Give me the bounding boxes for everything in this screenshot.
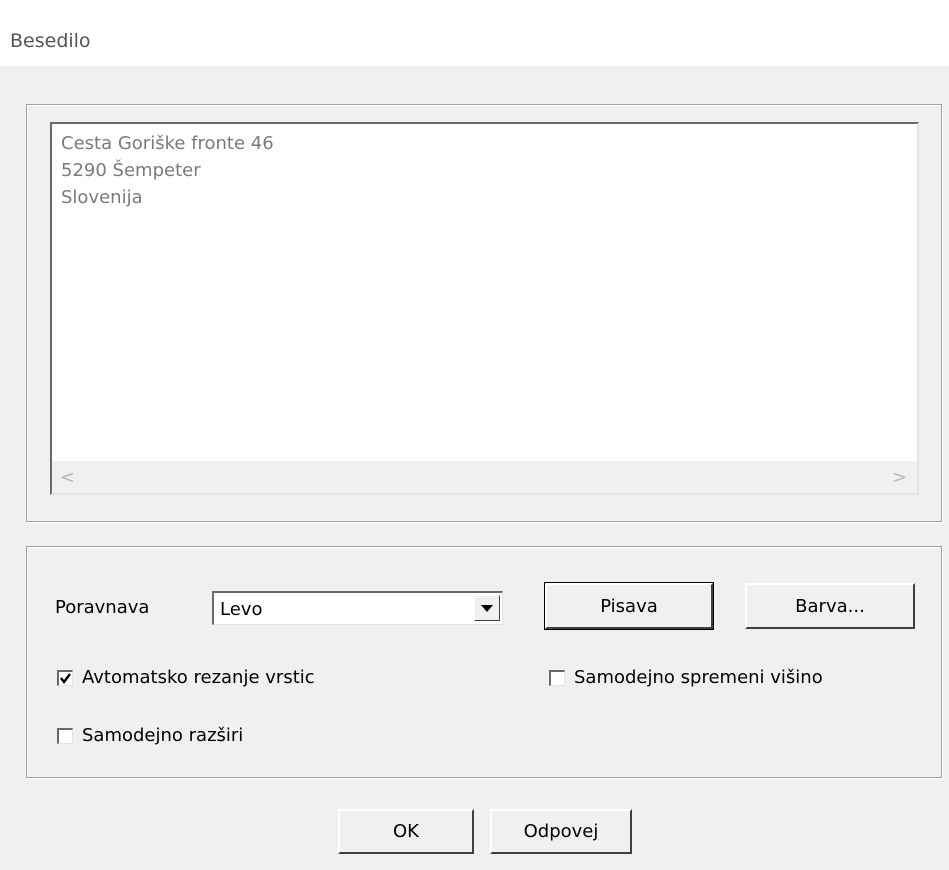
- chevron-down-icon: [481, 605, 493, 612]
- window-title: Besedilo: [10, 30, 91, 52]
- auto-expand-label: Samodejno razširi: [82, 725, 244, 746]
- text-line: Cesta Goriške fronte 46: [61, 133, 274, 154]
- ok-button[interactable]: OK: [338, 809, 474, 854]
- alignment-select[interactable]: Levo: [212, 591, 503, 625]
- cancel-button[interactable]: Odpovej: [490, 809, 632, 854]
- text-line: 5290 Šempeter: [61, 160, 201, 181]
- auto-height-checkbox[interactable]: Samodejno spremeni višino: [549, 667, 823, 688]
- checkbox-box[interactable]: [549, 669, 565, 686]
- scroll-left-icon[interactable]: <: [60, 467, 75, 488]
- text-content: Cesta Goriške fronte 46 5290 Šempeter Sl…: [61, 130, 274, 211]
- checkbox-box[interactable]: [57, 669, 73, 686]
- color-button[interactable]: Barva...: [745, 583, 915, 629]
- auto-wrap-checkbox[interactable]: Avtomatsko rezanje vrstic: [57, 667, 315, 688]
- checkmark-icon: [60, 672, 71, 684]
- horizontal-scrollbar[interactable]: < >: [52, 461, 917, 493]
- scroll-right-icon[interactable]: >: [892, 467, 907, 488]
- font-button[interactable]: Pisava: [544, 582, 714, 630]
- text-groupbox: Cesta Goriške fronte 46 5290 Šempeter Sl…: [26, 104, 942, 522]
- dropdown-button[interactable]: [474, 595, 500, 621]
- dialog-client: Cesta Goriške fronte 46 5290 Šempeter Sl…: [0, 66, 949, 870]
- alignment-selected-value: Levo: [220, 599, 263, 620]
- auto-expand-checkbox[interactable]: Samodejno razširi: [57, 725, 243, 746]
- text-input-area[interactable]: Cesta Goriške fronte 46 5290 Šempeter Sl…: [50, 122, 919, 495]
- title-bar: Besedilo: [0, 0, 949, 66]
- auto-wrap-label: Avtomatsko rezanje vrstic: [82, 667, 315, 688]
- text-line: Slovenija: [61, 187, 143, 208]
- options-groupbox: Poravnava Levo Pisava Barva... Avtomatsk…: [26, 546, 942, 778]
- auto-height-label: Samodejno spremeni višino: [574, 667, 823, 688]
- checkbox-box[interactable]: [57, 727, 73, 744]
- alignment-label: Poravnava: [55, 597, 150, 618]
